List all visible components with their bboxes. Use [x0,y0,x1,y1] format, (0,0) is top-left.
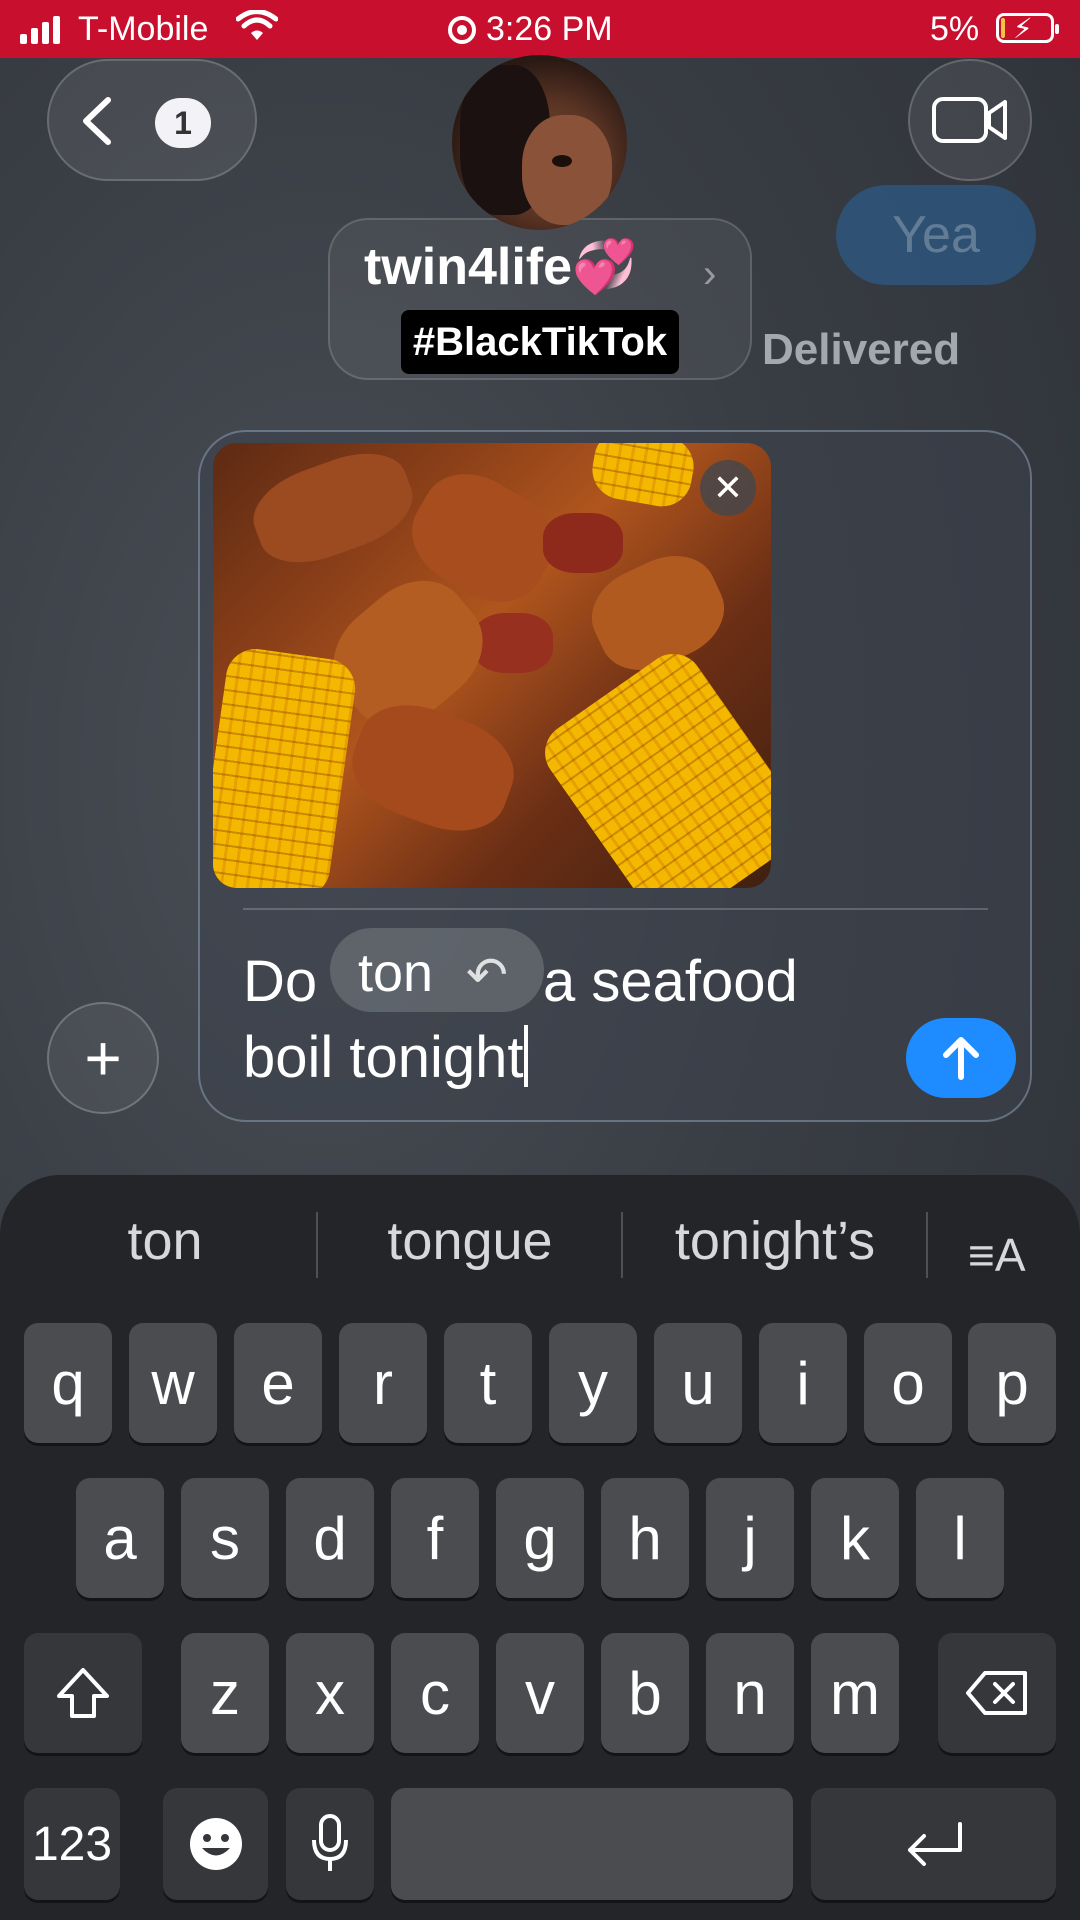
screen-recording-icon [448,15,476,44]
key-l[interactable]: l [916,1478,1004,1598]
avatar[interactable] [452,55,627,230]
key-w[interactable]: w [129,1323,217,1443]
key-s[interactable]: s [181,1478,269,1598]
key-t[interactable]: t [444,1323,532,1443]
battery-fill [1001,18,1005,38]
carrier-label: T-Mobile [78,10,209,48]
key-a[interactable]: a [76,1478,164,1598]
key-g[interactable]: g [496,1478,584,1598]
status-time: 3:26 PM [486,10,613,48]
time-group: 3:26 PM [448,10,613,49]
suggestion-separator [926,1212,928,1278]
key-k[interactable]: k [811,1478,899,1598]
key-j[interactable]: j [706,1478,794,1598]
wifi-icon [235,9,279,53]
contact-name[interactable]: twin4life💞 [364,236,637,297]
text-cursor [523,1025,528,1087]
signal-icon [20,16,60,44]
key-i[interactable]: i [759,1323,847,1443]
compose-divider [243,908,988,910]
video-camera-icon [932,97,1007,143]
send-arrow-icon [943,1037,979,1080]
shift-icon [57,1668,109,1718]
back-button[interactable] [47,59,257,181]
space-key[interactable] [391,1788,793,1900]
key-p[interactable]: p [968,1323,1056,1443]
attachment-photo[interactable] [213,443,771,888]
key-o[interactable]: o [864,1323,952,1443]
unread-badge[interactable]: 1 [155,98,211,148]
dictation-key[interactable] [286,1788,374,1900]
key-q[interactable]: q [24,1323,112,1443]
undo-icon[interactable]: ↶ [466,946,508,1004]
sent-message-bubble[interactable]: Yea [836,185,1036,285]
delivery-status: Delivered [762,325,961,374]
shift-key[interactable] [24,1633,142,1753]
key-u[interactable]: u [654,1323,742,1443]
key-b[interactable]: b [601,1633,689,1753]
delete-key[interactable] [938,1633,1056,1753]
video-call-button[interactable] [908,59,1032,181]
send-button[interactable] [906,1018,1016,1098]
message-prefix: Do [243,949,318,1014]
status-bar: T-Mobile 3:26 PM 5% ⚡ [0,0,1080,58]
key-x[interactable]: x [286,1633,374,1753]
close-icon[interactable]: ✕ [700,460,756,516]
emoji-icon [189,1818,242,1870]
suggestion-separator [316,1212,318,1278]
suggestion-2[interactable]: tongue [340,1210,600,1272]
key-h[interactable]: h [601,1478,689,1598]
key-f[interactable]: f [391,1478,479,1598]
plus-icon[interactable]: + [47,1002,159,1114]
battery-charging-icon: ⚡ [996,13,1059,44]
chevron-right-icon: › [703,252,717,296]
key-z[interactable]: z [181,1633,269,1753]
key-y[interactable]: y [549,1323,637,1443]
hashtag-overlay: #BlackTikTok [401,310,679,374]
message-middle: a seafood [543,949,798,1014]
autocorrect-word[interactable]: ton [358,942,433,1004]
return-key[interactable] [811,1788,1056,1900]
key-e[interactable]: e [234,1323,322,1443]
message-text-line-2[interactable]: boil tonight [243,1024,528,1091]
key-m[interactable]: m [811,1633,899,1753]
return-icon [907,1822,962,1866]
microphone-icon [312,1814,348,1871]
key-c[interactable]: c [391,1633,479,1753]
key-d[interactable]: d [286,1478,374,1598]
key-v[interactable]: v [496,1633,584,1753]
suggestion-1[interactable]: ton [60,1210,270,1272]
suggestion-separator [621,1212,623,1278]
suggestion-3[interactable]: tonight’s [640,1210,910,1272]
battery-percent: 5% [930,10,980,48]
key-n[interactable]: n [706,1633,794,1753]
back-chevron-icon[interactable] [80,96,114,146]
numbers-key[interactable]: 123 [24,1788,120,1900]
text-format-icon[interactable]: ≡A [968,1228,1026,1282]
message-line2: boil tonight [243,1025,524,1090]
delete-icon [966,1671,1027,1715]
message-text-line-1[interactable]: Do a seafood [243,948,798,1015]
emoji-key[interactable] [163,1788,268,1900]
key-r[interactable]: r [339,1323,427,1443]
